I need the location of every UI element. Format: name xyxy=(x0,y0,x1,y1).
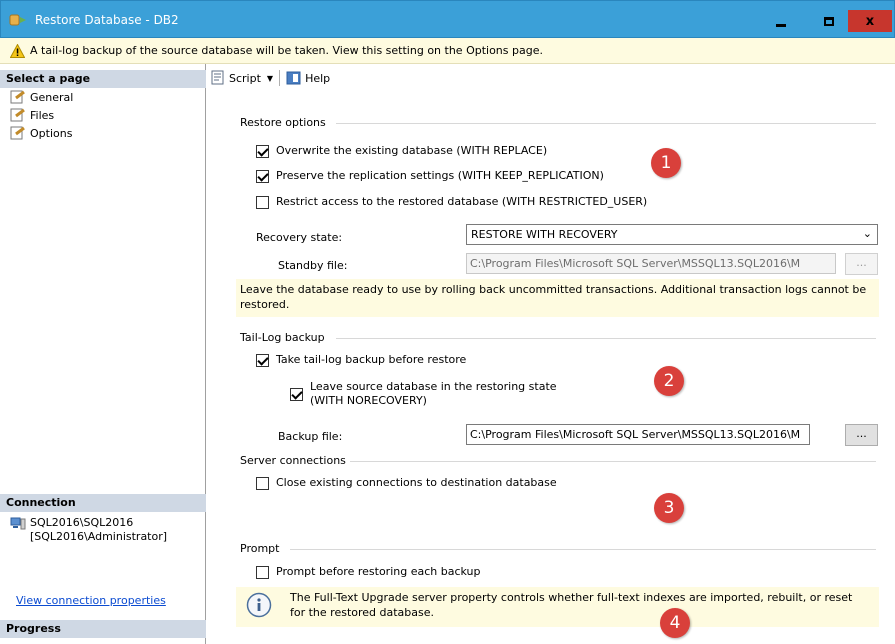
connection-server: SQL2016\SQL2016 xyxy=(30,516,134,529)
standby-file-label: Standby file: xyxy=(278,259,348,272)
prompt-checkbox[interactable] xyxy=(256,566,269,579)
restrict-access-label: Restrict access to the restored database… xyxy=(276,195,648,208)
minimize-button[interactable] xyxy=(759,10,803,32)
leave-restoring-line1: Leave source database in the restoring s… xyxy=(310,380,557,393)
maximize-icon xyxy=(824,16,834,26)
overwrite-checkbox-row[interactable]: Overwrite the existing database (WITH RE… xyxy=(256,144,547,158)
toolbar-separator xyxy=(279,70,281,86)
backup-file-input[interactable]: C:\Program Files\Microsoft SQL Server\MS… xyxy=(466,424,810,445)
callout-badge-1: 1 xyxy=(651,148,681,178)
page-wrench-icon xyxy=(10,108,25,122)
restrict-access-checkbox-row[interactable]: Restrict access to the restored database… xyxy=(256,195,647,209)
maximize-button[interactable] xyxy=(807,10,851,32)
take-tail-log-label: Take tail-log backup before restore xyxy=(276,353,467,366)
overwrite-checkbox[interactable] xyxy=(256,145,269,158)
select-page-header: Select a page xyxy=(0,70,206,88)
close-button[interactable]: x xyxy=(848,10,892,32)
view-connection-properties-link[interactable]: View connection properties xyxy=(16,594,166,607)
full-text-info-box: The Full-Text Upgrade server property co… xyxy=(236,587,879,627)
recovery-state-label: Recovery state: xyxy=(256,231,343,244)
leave-restoring-line2: (WITH NORECOVERY) xyxy=(310,394,427,407)
script-dropdown-arrow-icon[interactable]: ▼ xyxy=(267,74,273,83)
window-titlebar: Restore Database - DB2 x xyxy=(0,0,895,38)
preserve-replication-label: Preserve the replication settings (WITH … xyxy=(276,169,604,182)
page-files[interactable]: Files xyxy=(10,107,54,123)
page-options-label: Options xyxy=(30,126,73,140)
close-connections-label: Close existing connections to destinatio… xyxy=(276,476,557,489)
restrict-access-checkbox[interactable] xyxy=(256,196,269,209)
recovery-description-box: Leave the database ready to use by rolli… xyxy=(236,279,879,317)
script-icon xyxy=(211,70,224,85)
leave-restoring-label: Leave source database in the restoring s… xyxy=(310,380,557,408)
chevron-down-icon: ⌄ xyxy=(862,227,872,240)
standby-browse-button[interactable]: ... xyxy=(845,253,878,275)
database-restore-icon xyxy=(9,14,26,26)
progress-header: Progress xyxy=(0,620,206,638)
page-wrench-icon xyxy=(10,126,25,140)
help-button[interactable]: Help xyxy=(305,72,330,85)
page-options[interactable]: Options xyxy=(10,125,72,141)
toolbar: Script ▼ Help xyxy=(210,68,330,88)
script-button[interactable]: Script xyxy=(229,72,261,85)
prompt-checkbox-row[interactable]: Prompt before restoring each backup xyxy=(256,565,481,579)
page-files-label: Files xyxy=(30,108,55,122)
server-connection-icon xyxy=(10,517,26,530)
page-wrench-icon xyxy=(10,90,25,104)
close-icon: x xyxy=(865,13,875,29)
minimize-icon xyxy=(776,23,786,27)
page-general-label: General xyxy=(30,90,74,104)
connection-header: Connection xyxy=(0,494,206,512)
recovery-state-value: RESTORE WITH RECOVERY xyxy=(471,228,618,241)
tail-log-warning-bar: A tail-log backup of the source database… xyxy=(0,38,895,64)
warning-text: A tail-log backup of the source database… xyxy=(30,44,543,57)
backup-file-label: Backup file: xyxy=(278,430,343,443)
server-connections-divider xyxy=(350,461,876,462)
overwrite-label: Overwrite the existing database (WITH RE… xyxy=(276,144,548,157)
window-title: Restore Database - DB2 xyxy=(35,13,179,27)
tail-log-divider xyxy=(336,338,876,339)
preserve-replication-checkbox-row[interactable]: Preserve the replication settings (WITH … xyxy=(256,169,604,183)
restore-options-divider xyxy=(336,123,876,124)
take-tail-log-checkbox-row[interactable]: Take tail-log backup before restore xyxy=(256,353,466,367)
take-tail-log-checkbox[interactable] xyxy=(256,354,269,367)
left-pane: Select a page General Files Options Conn… xyxy=(0,64,206,644)
leave-restoring-checkbox-row[interactable]: Leave source database in the restoring s… xyxy=(290,380,557,408)
callout-badge-3: 3 xyxy=(654,493,684,523)
prompt-section-label: Prompt xyxy=(240,542,280,555)
full-text-info-text: The Full-Text Upgrade server property co… xyxy=(290,591,853,619)
info-icon xyxy=(246,592,272,618)
preserve-replication-checkbox[interactable] xyxy=(256,170,269,183)
backup-browse-button[interactable]: ... xyxy=(845,424,878,446)
server-connections-section-label: Server connections xyxy=(240,454,346,467)
callout-badge-4: 4 xyxy=(660,608,690,638)
recovery-description-text: Leave the database ready to use by rolli… xyxy=(240,283,867,311)
connection-user: [SQL2016\Administrator] xyxy=(30,530,168,543)
restore-options-section-label: Restore options xyxy=(240,116,326,129)
tail-log-section-label: Tail-Log backup xyxy=(240,331,325,344)
recovery-state-select[interactable]: RESTORE WITH RECOVERY ⌄ xyxy=(466,224,878,245)
prompt-divider xyxy=(290,549,876,550)
close-connections-checkbox-row[interactable]: Close existing connections to destinatio… xyxy=(256,476,557,490)
leave-restoring-checkbox[interactable] xyxy=(290,388,303,401)
callout-badge-2: 2 xyxy=(654,366,684,396)
page-general[interactable]: General xyxy=(10,89,73,105)
warning-icon xyxy=(10,44,25,58)
close-connections-checkbox[interactable] xyxy=(256,477,269,490)
standby-file-input[interactable]: C:\Program Files\Microsoft SQL Server\MS… xyxy=(466,253,836,274)
help-icon xyxy=(286,71,301,85)
prompt-label: Prompt before restoring each backup xyxy=(276,565,481,578)
